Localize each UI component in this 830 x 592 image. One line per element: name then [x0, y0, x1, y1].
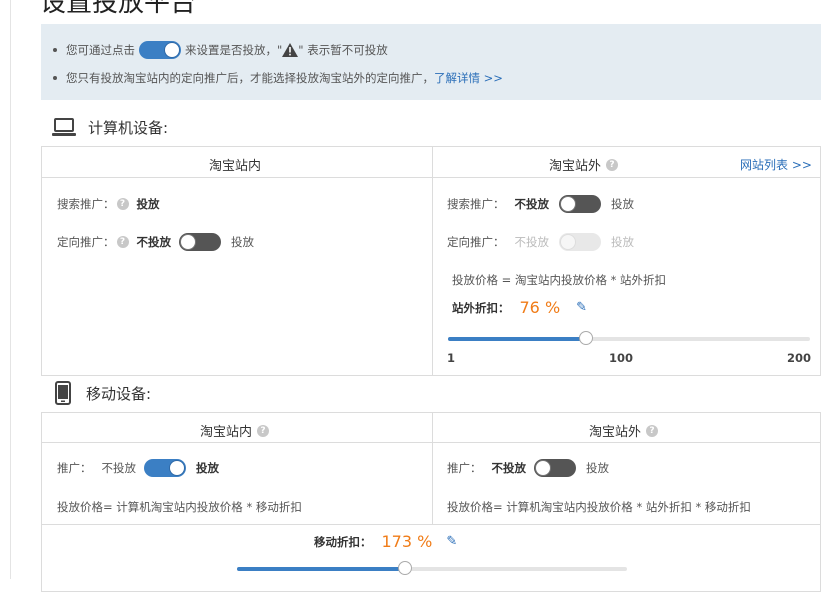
discount-label: 移动折扣： [314, 534, 372, 549]
help-icon[interactable]: ? [116, 198, 129, 210]
pencil-icon[interactable]: ✎ [446, 534, 457, 549]
mobile-section-title: 移动设备: [55, 381, 151, 405]
header-label: 淘宝站外 [589, 425, 642, 440]
slider-mid-label: 100 [609, 351, 634, 365]
target-promo-toggle[interactable] [179, 233, 221, 251]
off-label: 不投放 [514, 235, 550, 249]
header-label: 淘宝站外 [549, 159, 602, 174]
slider-min-label: 1 [447, 351, 456, 365]
computer-section-title: 计算机设备: [52, 117, 168, 138]
computer-settings-table: 淘宝站内 淘宝站外 ? 网站列表 >> 搜索推广： ? 投放 定向推广： ? 不… [41, 146, 821, 376]
slider-fill [448, 337, 586, 341]
discount-value: 173 % [381, 532, 433, 551]
bullet [53, 48, 57, 52]
row-label: 定向推广： [57, 235, 115, 249]
page-left-border [10, 0, 11, 579]
notice-text: 您可通过点击 [66, 43, 135, 57]
discount-value: 76 % [519, 298, 561, 317]
help-icon[interactable]: ? [606, 158, 619, 171]
mobile-discount-slider[interactable] [237, 561, 627, 575]
outside-target-row: 定向推广： 不投放 投放 [447, 233, 634, 251]
off-label: 不投放 [101, 461, 137, 475]
slider-handle[interactable] [578, 331, 593, 345]
search-promo-row: 搜索推广： ? 投放 [57, 196, 160, 212]
notice-text: 您只有投放淘宝站内的定向推广后，才能选择投放淘宝站外的定向推广， [66, 71, 434, 85]
notice-line-1: 您可通过点击 来设置是否投放，" " 表示暂不可投放 [53, 41, 388, 59]
mobile-discount-row: 移动折扣： 173 % ✎ [314, 532, 457, 551]
on-label: 投放 [586, 461, 609, 475]
outside-discount-row: 站外折扣： 76 % ✎ [452, 298, 587, 317]
row-label: 推广： [57, 461, 92, 475]
off-label: 不投放 [514, 197, 550, 211]
phone-icon [55, 381, 71, 405]
mobile-settings-table: 淘宝站内 ? 淘宝站外 ? 推广： 不投放 投放 投放价格= 计算机淘宝站内投放… [41, 412, 821, 592]
price-formula: 投放价格 = 淘宝站内投放价格 * 站外折扣 [452, 273, 667, 287]
computer-outside-header: 淘宝站外 ? [549, 155, 619, 174]
on-label: 投放 [611, 235, 634, 249]
on-label: 投放 [611, 197, 634, 211]
help-icon[interactable]: ? [116, 236, 129, 248]
row-label: 定向推广： [447, 235, 505, 249]
discount-label: 站外折扣： [452, 300, 510, 315]
notice-text: 来设置是否投放，" [185, 43, 283, 57]
mobile-outside-promo-row: 推广： 不投放 投放 [447, 459, 609, 477]
slider-max-label: 200 [787, 351, 812, 365]
pencil-icon[interactable]: ✎ [576, 300, 587, 315]
status-value: 投放 [136, 197, 160, 211]
row-label: 搜索推广： [447, 197, 505, 211]
section-title-text: 计算机设备: [88, 119, 169, 137]
notice-text: " 表示暂不可投放 [298, 43, 388, 57]
off-label: 不投放 [491, 461, 527, 475]
help-icon[interactable]: ? [646, 424, 659, 437]
learn-more-link[interactable]: 了解详情 >> [434, 70, 503, 86]
on-label: 投放 [196, 461, 219, 475]
outside-search-toggle[interactable] [559, 195, 601, 213]
slider-handle[interactable] [397, 561, 412, 575]
page-title: 设置投放平台 [40, 0, 197, 18]
mobile-outside-header: 淘宝站外 ? [589, 421, 659, 440]
site-list-link[interactable]: 网站列表 >> [740, 156, 812, 173]
row-label: 推广： [447, 461, 482, 475]
target-promo-row: 定向推广： ? 不投放 投放 [57, 233, 254, 251]
on-label: 投放 [231, 235, 254, 249]
mobile-inside-toggle[interactable] [144, 459, 186, 477]
mobile-outside-toggle[interactable] [534, 459, 576, 477]
row-label: 搜索推广： [57, 197, 115, 211]
mobile-inside-price: 投放价格= 计算机淘宝站内投放价格 * 移动折扣 [57, 500, 302, 514]
mobile-outside-price: 投放价格= 计算机淘宝站内投放价格 * 站外折扣 * 移动折扣 [447, 500, 751, 514]
mobile-inside-promo-row: 推广： 不投放 投放 [57, 459, 219, 477]
outside-discount-slider[interactable] [448, 331, 810, 345]
outside-search-row: 搜索推广： 不投放 投放 [447, 195, 634, 213]
slider-fill [237, 567, 405, 571]
mobile-inside-header: 淘宝站内 ? [200, 421, 270, 440]
section-title-text: 移动设备: [86, 384, 152, 403]
notice-box: 您可通过点击 来设置是否投放，" " 表示暂不可投放 您只有投放淘宝站内的定向推… [41, 24, 821, 100]
laptop-icon [52, 117, 76, 136]
header-label: 淘宝站内 [200, 425, 253, 440]
computer-inside-header: 淘宝站内 [209, 159, 262, 174]
bullet [53, 76, 57, 80]
help-icon[interactable]: ? [257, 424, 270, 437]
notice-line-2: 您只有投放淘宝站内的定向推广后，才能选择投放淘宝站外的定向推广， 了解详情 >> [53, 70, 503, 86]
example-toggle[interactable] [139, 41, 181, 59]
off-label: 不投放 [136, 235, 172, 249]
warning-icon [282, 43, 299, 57]
outside-target-toggle-disabled [559, 233, 601, 251]
